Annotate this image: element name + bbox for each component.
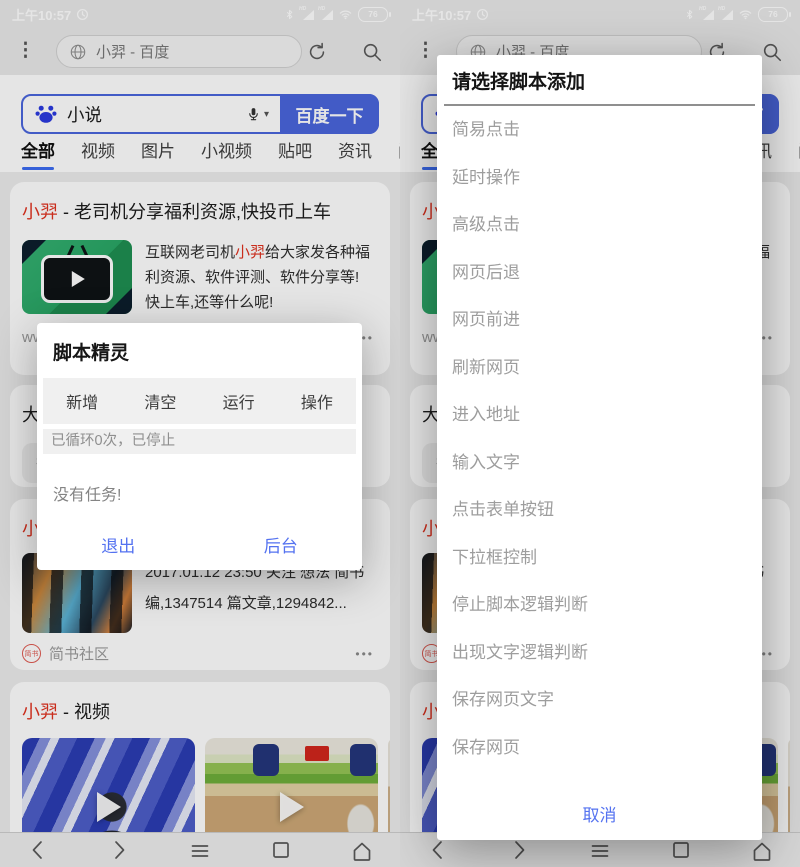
- list-item-goto-address[interactable]: 进入地址: [437, 391, 762, 439]
- dialog-title: 脚本精灵: [53, 343, 130, 364]
- phone-screen-left: 上午10:57 HD HD 76 ⋮ 小羿 - 百度 小说 ▾ 百度一下 全部 …: [0, 0, 400, 867]
- list-item-delay[interactable]: 延时操作: [437, 154, 762, 202]
- list-item-click-form-button[interactable]: 点击表单按钮: [437, 486, 762, 534]
- dialog-title: 请选择脚本添加: [452, 72, 586, 93]
- list-item-save-page-text[interactable]: 保存网页文字: [437, 676, 762, 724]
- list-item-save-page[interactable]: 保存网页: [437, 724, 762, 772]
- operate-button[interactable]: 操作: [301, 389, 333, 413]
- list-item-advanced-click[interactable]: 高级点击: [437, 201, 762, 249]
- list-item-refresh-page[interactable]: 刷新网页: [437, 344, 762, 392]
- script-type-list: 简易点击 延时操作 高级点击 网页后退 网页前进 刷新网页 进入地址 输入文字 …: [437, 106, 762, 771]
- add-script-dialog: 请选择脚本添加 简易点击 延时操作 高级点击 网页后退 网页前进 刷新网页 进入…: [437, 55, 762, 840]
- list-item-page-back[interactable]: 网页后退: [437, 249, 762, 297]
- exit-button[interactable]: 退出: [101, 532, 135, 557]
- background-button[interactable]: 后台: [264, 532, 298, 557]
- dialog-action-bar: 新增 清空 运行 操作: [43, 378, 356, 424]
- empty-task-text: 没有任务!: [53, 487, 122, 504]
- list-item-dropdown-control[interactable]: 下拉框控制: [437, 534, 762, 582]
- clear-button[interactable]: 清空: [144, 389, 176, 413]
- script-genie-dialog: 脚本精灵 新增 清空 运行 操作 已循环0次，已停止 没有任务! 退出 后台: [37, 323, 362, 570]
- run-button[interactable]: 运行: [223, 389, 255, 413]
- list-item-input-text[interactable]: 输入文字: [437, 439, 762, 487]
- list-item-simple-click[interactable]: 简易点击: [437, 106, 762, 154]
- loop-status-text: 已循环0次，已停止: [43, 429, 356, 454]
- add-script-button[interactable]: 新增: [66, 389, 98, 413]
- list-item-page-forward[interactable]: 网页前进: [437, 296, 762, 344]
- list-item-stop-logic[interactable]: 停止脚本逻辑判断: [437, 581, 762, 629]
- list-item-text-logic[interactable]: 出现文字逻辑判断: [437, 629, 762, 677]
- cancel-button[interactable]: 取消: [437, 801, 762, 826]
- phone-screen-right: 上午10:57 HD HD 76 ⋮ 小羿 - 百度 小说 ▾ 百度一下: [400, 0, 800, 867]
